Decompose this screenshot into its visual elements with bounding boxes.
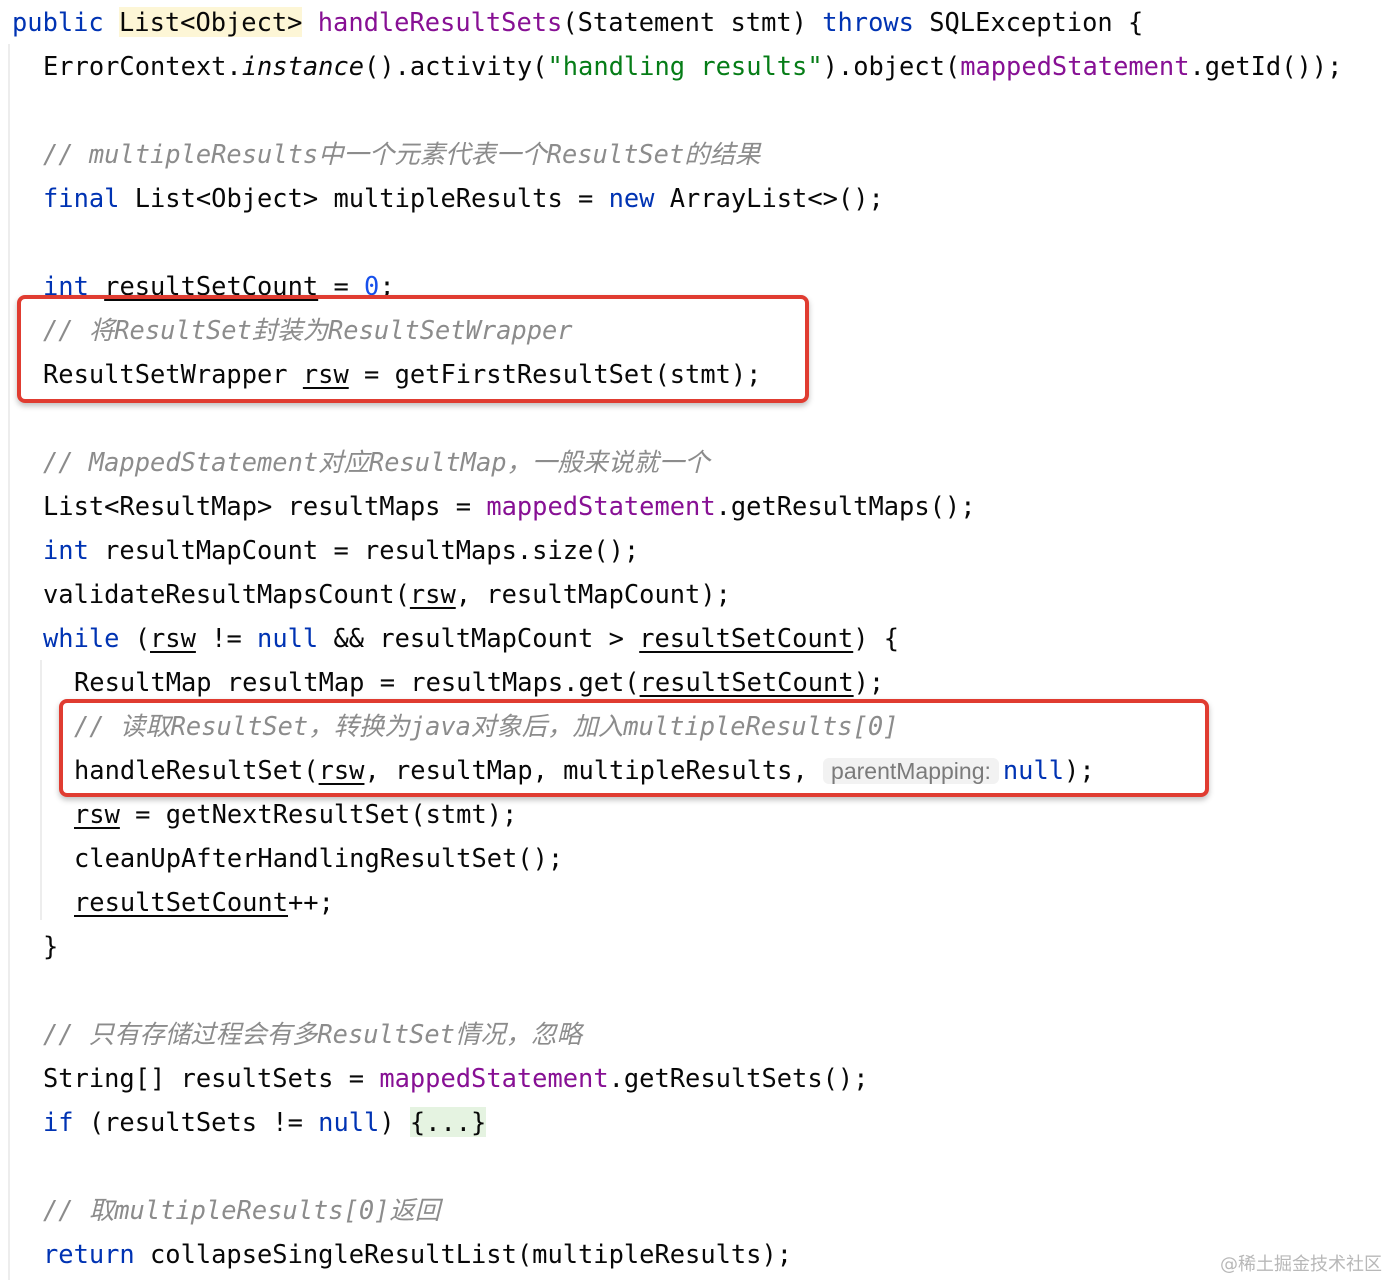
mutable-variable: resultSetCount <box>639 667 854 697</box>
code-line[interactable]: resultSetCount++; <box>74 880 334 924</box>
code-comment: // 取multipleResults[0]返回 <box>43 1195 441 1225</box>
code-comment: // MappedStatement对应ResultMap，一般来说就一个 <box>43 447 710 477</box>
code-line[interactable]: // multipleResults中一个元素代表一个ResultSet的结果 <box>43 132 760 176</box>
code-line[interactable]: int resultMapCount = resultMaps.size(); <box>43 528 639 572</box>
code-comment: // 只有存储过程会有多ResultSet情况，忽略 <box>43 1019 582 1049</box>
code-line[interactable]: cleanUpAfterHandlingResultSet(); <box>74 836 563 880</box>
code-editor[interactable]: public List<Object> handleResultSets(Sta… <box>0 0 1388 1280</box>
keyword-token: if <box>43 1107 74 1137</box>
code-token: cleanUpAfterHandlingResultSet(); <box>74 843 564 873</box>
code-token: instance <box>241 51 365 81</box>
code-token: , resultMapCount); <box>455 579 731 609</box>
keyword-token: new <box>608 183 655 213</box>
code-line[interactable]: ErrorContext.instance().activity("handli… <box>43 44 1342 88</box>
code-token: } <box>43 931 59 961</box>
code-line[interactable]: String[] resultSets = mappedStatement.ge… <box>43 1056 868 1100</box>
keyword-token: public <box>12 7 120 37</box>
code-token: .getResultSets(); <box>608 1063 869 1093</box>
code-line[interactable]: } <box>43 924 58 968</box>
highlight-box-resultset-wrapper <box>17 295 809 403</box>
code-token: resultMapCount = resultMaps.size(); <box>88 535 640 565</box>
code-line[interactable]: List<ResultMap> resultMaps = mappedState… <box>43 484 975 528</box>
code-token: ).object( <box>822 51 961 81</box>
code-comment: // multipleResults中一个元素代表一个ResultSet的结果 <box>43 139 761 169</box>
mutable-variable: rsw <box>74 799 120 829</box>
highlight-box-handle-resultset <box>59 699 1209 797</box>
code-token: collapseSingleResultList(multipleResults… <box>134 1239 793 1269</box>
keyword-token: null <box>318 1107 380 1137</box>
mutable-variable: rsw <box>409 579 456 609</box>
code-line[interactable]: // 只有存储过程会有多ResultSet情况，忽略 <box>43 1012 582 1056</box>
code-token: ); <box>853 667 885 697</box>
field-reference: mappedStatement <box>379 1063 609 1093</box>
keyword-token: while <box>43 623 120 653</box>
code-token: String[] resultSets = <box>43 1063 380 1093</box>
code-token: .getResultMaps(); <box>715 491 976 521</box>
code-token: .getId()); <box>1189 51 1343 81</box>
code-token: ResultMap resultMap = resultMaps.get( <box>74 667 640 697</box>
mutable-variable: resultSetCount <box>639 623 854 653</box>
indent-guide-while <box>40 660 42 920</box>
code-line[interactable]: public List<Object> handleResultSets(Sta… <box>12 0 1143 44</box>
code-token: = getNextResultSet(stmt); <box>119 799 518 829</box>
string-literal: "handling results" <box>547 51 823 81</box>
code-line[interactable]: return collapseSingleResultList(multiple… <box>43 1232 792 1276</box>
code-token: ( <box>119 623 151 653</box>
code-token: (resultSets != <box>73 1107 319 1137</box>
code-token: != <box>195 623 258 653</box>
field-reference: mappedStatement <box>486 491 716 521</box>
field-reference: mappedStatement <box>960 51 1190 81</box>
code-line[interactable]: validateResultMapsCount(rsw, resultMapCo… <box>43 572 731 616</box>
mutable-variable: rsw <box>150 623 196 653</box>
code-line[interactable]: while (rsw != null && resultMapCount > r… <box>43 616 899 660</box>
keyword-token: final <box>43 183 120 213</box>
indent-guide-method <box>8 44 10 1280</box>
code-token: List<Object> <box>119 7 303 37</box>
code-token: ) { <box>853 623 900 653</box>
keyword-token: null <box>257 623 319 653</box>
code-token: ) <box>379 1107 410 1137</box>
code-line[interactable]: if (resultSets != null) {...} <box>43 1100 487 1144</box>
code-token: && resultMapCount > <box>318 623 640 653</box>
keyword-token: return <box>43 1239 135 1269</box>
field-reference: handleResultSets <box>317 7 563 37</box>
code-line[interactable]: // 取multipleResults[0]返回 <box>43 1188 440 1232</box>
code-line[interactable]: // MappedStatement对应ResultMap，一般来说就一个 <box>43 440 710 484</box>
keyword-token: int <box>43 535 89 565</box>
watermark: @稀土掘金技术社区 <box>1220 1254 1382 1275</box>
code-token: List<ResultMap> resultMaps = <box>43 491 487 521</box>
code-line[interactable]: ResultMap resultMap = resultMaps.get(res… <box>74 660 884 704</box>
code-token: ErrorContext. <box>43 51 242 81</box>
code-token: ++; <box>288 887 334 917</box>
code-token: (Statement stmt) <box>562 7 823 37</box>
code-token: ArrayList<>(); <box>654 183 884 213</box>
code-token: ().activity( <box>364 51 548 81</box>
code-line[interactable]: rsw = getNextResultSet(stmt); <box>74 792 517 836</box>
code-token: List<Object> multipleResults = <box>119 183 609 213</box>
code-token: SQLException { <box>913 7 1144 37</box>
folded-block[interactable]: {...} <box>409 1107 487 1137</box>
mutable-variable: resultSetCount <box>74 887 289 917</box>
code-line[interactable]: final List<Object> multipleResults = new… <box>43 176 884 220</box>
keyword-token: throws <box>822 7 914 37</box>
code-token: validateResultMapsCount( <box>43 579 410 609</box>
